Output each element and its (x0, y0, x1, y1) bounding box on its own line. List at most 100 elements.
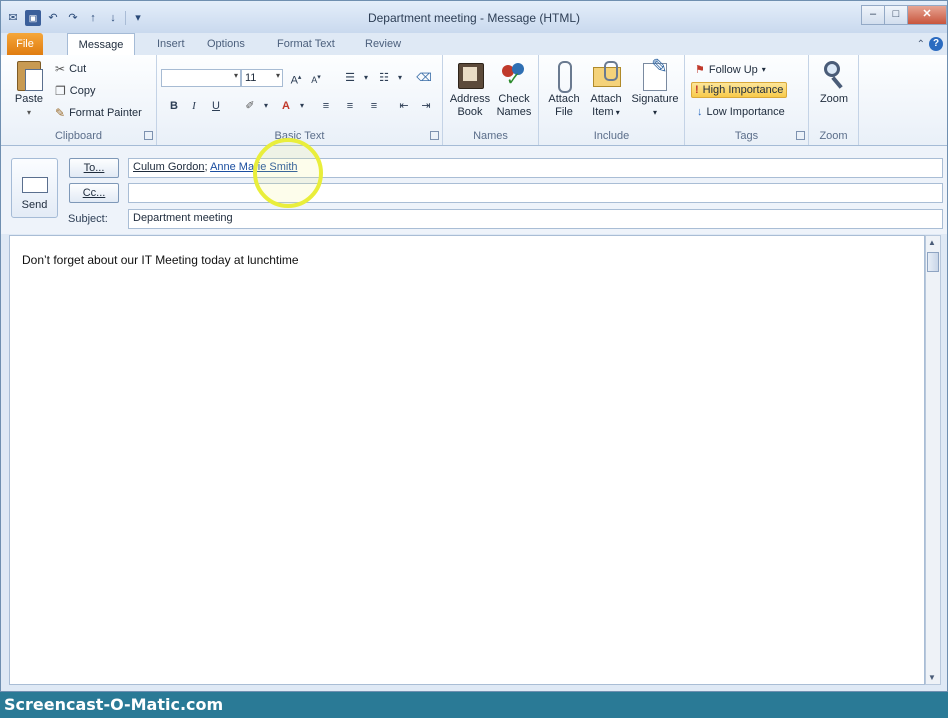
align-center-icon[interactable]: ≡ (341, 97, 359, 115)
tab-review[interactable]: Review (355, 33, 411, 55)
minimize-button[interactable]: – (861, 5, 885, 25)
high-importance-button[interactable]: ! High Importance (691, 82, 788, 98)
clipboard-group-label: Clipboard (54, 130, 103, 142)
tab-message[interactable]: Message (67, 33, 135, 55)
subject-label: Subject: (68, 213, 108, 225)
cc-field[interactable] (128, 183, 943, 203)
scissors-icon: ✂ (55, 62, 66, 76)
close-button[interactable]: ✕ (907, 5, 947, 25)
envelope-icon (590, 59, 622, 91)
attach-file-button[interactable]: Attach File (543, 59, 585, 119)
vertical-scrollbar[interactable]: ▲ ▼ (925, 235, 941, 685)
paste-label: Paste (14, 93, 44, 105)
to-button[interactable]: To... (69, 158, 119, 178)
increase-indent-icon[interactable]: ⇥ (417, 97, 435, 115)
align-left-icon[interactable]: ≡ (317, 97, 335, 115)
minimize-ribbon-icon[interactable]: ⌃ (917, 39, 925, 50)
watermark: Screencast-O-Matic.com (4, 695, 224, 714)
include-group: Attach File Attach Item ▾ ✎ Signature ▾ (539, 55, 685, 145)
bullets-dropdown-icon[interactable]: ▾ (357, 69, 375, 87)
title-bar: ✉ ▣ ↶ ↷ ↑ ↓ ▾ Department meeting - Messa… (1, 1, 947, 33)
to-recipient[interactable]: Culum Gordon (133, 161, 205, 173)
scroll-down-icon[interactable]: ▼ (928, 673, 936, 682)
low-importance-button[interactable]: ↓ Low Importance (697, 106, 785, 118)
signature-button[interactable]: ✎ Signature ▾ (627, 57, 683, 119)
tags-launcher-icon[interactable] (796, 131, 805, 140)
clipboard-group: Paste ▾ ✂ Cut ❐ Copy ✎ Format Painter Cl… (1, 55, 157, 145)
tab-options[interactable]: Options (197, 33, 255, 55)
attach-item-label-2: Item (592, 106, 614, 118)
send-button[interactable]: Send (11, 158, 58, 218)
tab-file[interactable]: File (7, 33, 43, 55)
basic-text-launcher-icon[interactable] (430, 131, 439, 140)
names-group: Address Book ✓ Check Names Names (443, 55, 539, 145)
recipient-separator: ; (204, 161, 208, 173)
font-name-combo[interactable]: ▾ (161, 69, 241, 87)
copy-icon: ❐ (55, 84, 66, 98)
maximize-button[interactable]: □ (884, 5, 908, 25)
address-book-button[interactable]: Address Book (447, 59, 493, 119)
highlight-dropdown-icon[interactable]: ▾ (257, 97, 275, 115)
help-icon[interactable]: ? (929, 37, 943, 51)
attach-file-label-1: Attach (548, 93, 580, 105)
to-field[interactable]: Culum Gordon; Anne Marie Smith (128, 158, 943, 178)
numbering-dropdown-icon[interactable]: ▾ (391, 69, 409, 87)
zoom-button[interactable]: Zoom (813, 59, 855, 106)
shrink-font-button[interactable]: A▾ (307, 69, 325, 87)
clipboard-launcher-icon[interactable] (144, 131, 153, 140)
cursor-highlight-ring (253, 138, 323, 208)
signature-label: Signature (631, 93, 679, 105)
status-bar: Screencast-O-Matic.com (0, 692, 948, 718)
low-importance-label: Low Importance (706, 106, 785, 118)
grow-font-button[interactable]: A▴ (287, 69, 305, 87)
decrease-indent-icon[interactable]: ⇤ (395, 97, 413, 115)
chevron-down-icon: ▾ (761, 65, 766, 74)
font-color-dropdown-icon[interactable]: ▾ (293, 97, 311, 115)
paste-dropdown-icon: ▾ (26, 108, 31, 117)
high-importance-label: High Importance (702, 84, 784, 96)
zoom-label: Zoom (819, 93, 849, 105)
copy-button[interactable]: ❐ Copy (55, 84, 95, 98)
check-names-button[interactable]: ✓ Check Names (493, 59, 535, 119)
include-group-label: Include (593, 130, 630, 142)
cc-button-label: Cc... (82, 187, 106, 199)
chevron-down-icon: ▾ (652, 108, 657, 117)
italic-button[interactable]: I (185, 97, 203, 115)
zoom-group: Zoom Zoom (809, 55, 859, 145)
follow-up-button[interactable]: ⚑ Follow Up ▾ (695, 63, 766, 77)
attach-item-button[interactable]: Attach Item ▾ (585, 59, 627, 119)
envelope-icon (21, 177, 48, 193)
to-button-label: To... (83, 162, 105, 174)
cc-button[interactable]: Cc... (69, 183, 119, 203)
basic-text-group: ▾ 11 ▾ A▴ A▾ ☰ ▾ ☷ ▾ ⌫ B I U ✐ ▾ A ▾ ≡ ≡… (157, 55, 443, 145)
address-book-label-1: Address (449, 93, 491, 105)
subject-field[interactable]: Department meeting (128, 209, 943, 229)
tab-format-text[interactable]: Format Text (267, 33, 345, 55)
bold-button[interactable]: B (165, 97, 183, 115)
signature-icon: ✎ (639, 57, 671, 91)
message-body[interactable]: Don’t forget about our IT Meeting today … (9, 235, 925, 685)
message-header: Send To... Cc... Subject: Culum Gordon; … (1, 146, 947, 234)
check-names-icon: ✓ (498, 59, 530, 91)
address-book-icon (454, 59, 486, 91)
clipboard-icon (13, 59, 45, 91)
align-right-icon[interactable]: ≡ (365, 97, 383, 115)
cut-button[interactable]: ✂ Cut (55, 62, 86, 76)
scroll-up-icon[interactable]: ▲ (928, 238, 936, 247)
tags-group: ⚑ Follow Up ▾ ! High Importance ↓ Low Im… (685, 55, 809, 145)
tags-group-label: Tags (734, 130, 759, 142)
scrollbar-thumb[interactable] (927, 252, 939, 272)
ribbon-tabs: File Message Insert Options Format Text … (1, 33, 947, 55)
paste-button[interactable]: Paste ▾ (9, 59, 49, 119)
cut-label: Cut (69, 63, 87, 75)
clear-formatting-button[interactable]: ⌫ (415, 69, 433, 87)
tab-insert[interactable]: Insert (147, 33, 195, 55)
send-label: Send (21, 199, 48, 211)
check-names-label-1: Check (498, 93, 530, 105)
font-size-combo[interactable]: 11 ▾ (241, 69, 283, 87)
underline-button[interactable]: U (207, 97, 225, 115)
font-size-value: 11 (245, 72, 257, 84)
format-painter-label: Format Painter (69, 107, 142, 119)
format-painter-button[interactable]: ✎ Format Painter (55, 106, 142, 120)
down-arrow-icon: ↓ (697, 106, 703, 118)
